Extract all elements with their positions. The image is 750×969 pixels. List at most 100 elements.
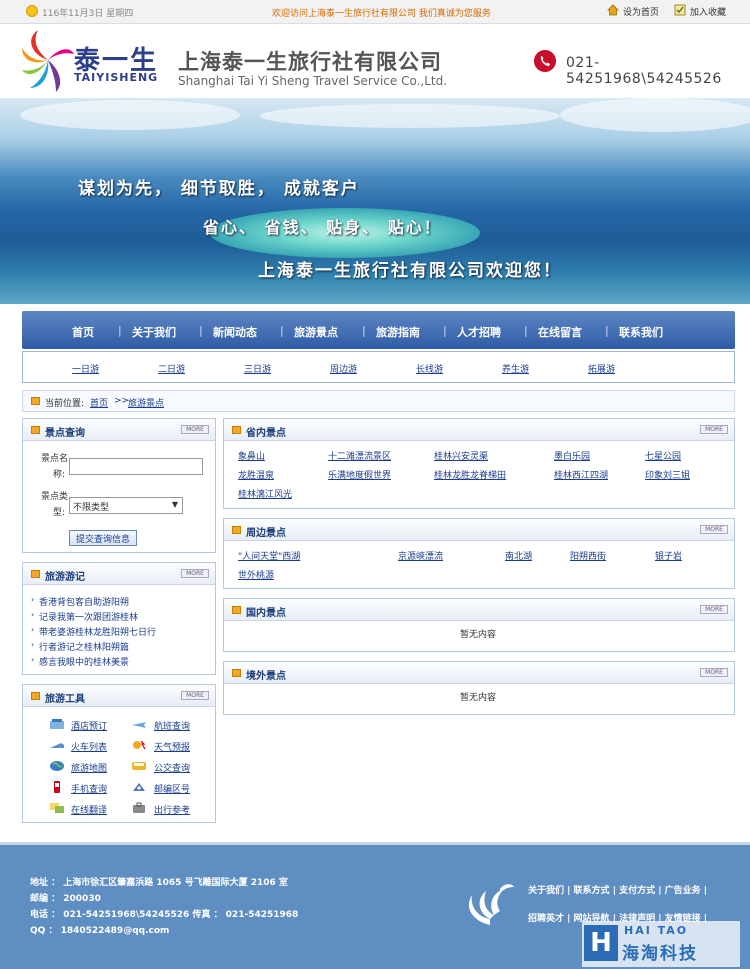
map-icon xyxy=(50,761,64,771)
attraction-link[interactable]: 世外桃源 xyxy=(238,568,274,581)
subnav-outdoor[interactable]: 拓展游 xyxy=(588,362,615,375)
tool-bus[interactable]: 公交查询 xyxy=(154,761,190,774)
note-item[interactable]: 感言我眼中的桂林美景 xyxy=(39,655,129,668)
watermark-en: HAI TAO xyxy=(624,924,689,937)
subnav-one-day[interactable]: 一日游 xyxy=(72,362,99,375)
attraction-link[interactable]: 银子岩 xyxy=(655,549,682,562)
attraction-link[interactable]: 京源峡漂流 xyxy=(398,549,443,562)
footer-tel: 电话 ： 021-54251968\54245526 传真 ： 021-5425… xyxy=(30,910,299,920)
banner-slogan-2: 省心、 省钱、 贴身、 贴心！ xyxy=(203,218,442,237)
footer-qq: QQ ： 1840522489@qq.com xyxy=(30,926,170,936)
section-icon xyxy=(232,526,241,534)
search-submit-button[interactable]: 提交查询信息 xyxy=(69,530,138,546)
banner-slogan-1: 谋划为先， 细节取胜， 成就客户 xyxy=(78,179,360,199)
tool-translate[interactable]: 在线翻译 xyxy=(71,803,107,816)
subnav-wellness[interactable]: 养生游 xyxy=(502,362,529,375)
tool-map[interactable]: 旅游地图 xyxy=(71,761,107,774)
travel-notes-panel: 旅游游记 MORE › 香港背包客自助游阳朔 › 记录我第一次跟团游桂林 › 带老婆游桂… xyxy=(22,562,216,675)
section-icon xyxy=(232,669,241,677)
tool-weather[interactable]: 天气预报 xyxy=(154,740,190,753)
type-label: 景点类 xyxy=(41,492,69,502)
subnav-two-day[interactable]: 二日游 xyxy=(158,362,185,375)
province-title: 省内景点 xyxy=(246,428,286,439)
more-button[interactable]: MORE xyxy=(700,668,728,677)
attraction-link[interactable]: "人间天堂"西湖 xyxy=(238,549,300,562)
subnav-nearby[interactable]: 周边游 xyxy=(330,362,357,375)
attraction-link[interactable]: 象鼻山 xyxy=(238,449,265,462)
attraction-link[interactable]: 十二滩漂流景区 xyxy=(328,449,391,462)
nav-guide[interactable]: 旅游指南 xyxy=(376,324,420,340)
site-footer: 地址 ： 上海市徐汇区肇嘉浜路 1065 号飞雕国际大厦 2106 室 邮编 ：… xyxy=(0,842,750,969)
section-icon xyxy=(31,570,40,578)
bookmark-link[interactable]: 加入收藏 xyxy=(690,5,726,18)
date-text: 116年11月3日 星期四 xyxy=(42,9,134,19)
more-button[interactable]: MORE xyxy=(700,525,728,534)
nav-home[interactable]: 首页 xyxy=(72,324,94,340)
top-bar: 116年11月3日 星期四 欢迎访问上海泰一生旅行社有限公司 我们真诚为您服务 … xyxy=(0,0,750,24)
nav-message[interactable]: 在线留言 xyxy=(538,324,582,340)
site-header: 泰一生 TAIYISHENG 上海泰一生旅行社有限公司 Shanghai Tai… xyxy=(0,24,750,98)
train-icon xyxy=(50,743,64,748)
note-item[interactable]: 香港背包客自助游阳朔 xyxy=(39,595,129,608)
nav-about[interactable]: 关于我们 xyxy=(132,324,176,340)
tool-postcode[interactable]: 邮编区号 xyxy=(154,782,190,795)
home-icon xyxy=(607,4,619,16)
note-item[interactable]: 带老婆游桂林龙胜阳朔七日行 xyxy=(39,625,156,638)
tool-mobile[interactable]: 手机查询 xyxy=(71,782,107,795)
attraction-link[interactable]: 墨白乐园 xyxy=(554,449,590,462)
tool-reference[interactable]: 出行参考 xyxy=(154,803,190,816)
more-button[interactable]: MORE xyxy=(181,691,209,700)
postcode-icon xyxy=(133,783,145,791)
more-button[interactable]: MORE xyxy=(181,569,209,578)
nav-news[interactable]: 新闻动态 xyxy=(213,324,257,340)
translate-icon xyxy=(50,803,64,813)
attraction-link[interactable]: 南北湖 xyxy=(505,549,532,562)
more-button[interactable]: MORE xyxy=(700,425,728,434)
section-icon xyxy=(31,426,40,434)
attraction-link[interactable]: 桂林兴安灵渠 xyxy=(434,449,488,462)
note-item[interactable]: 记录我第一次跟团游桂林 xyxy=(39,610,138,623)
attraction-link[interactable]: 桂林漓江风光 xyxy=(238,487,292,500)
attraction-link[interactable]: 七星公园 xyxy=(645,449,681,462)
tool-hotel[interactable]: 酒店预订 xyxy=(71,719,107,732)
subnav-long[interactable]: 长线游 xyxy=(416,362,443,375)
attraction-type-select[interactable]: 不限类型 ▼ xyxy=(69,497,183,514)
subnav-three-day[interactable]: 三日游 xyxy=(244,362,271,375)
more-button[interactable]: MORE xyxy=(700,605,728,614)
attraction-link[interactable]: 阳朔西街 xyxy=(570,549,606,562)
hotel-icon xyxy=(50,719,64,729)
attraction-link[interactable]: 乐满地度假世界 xyxy=(328,468,391,481)
note-item[interactable]: 行者游记之桂林阳朔篇 xyxy=(39,640,129,653)
attraction-link[interactable]: 印象刘三姐 xyxy=(645,468,690,481)
domestic-attractions-panel: 国内景点 MORE 暂无内容 xyxy=(223,598,735,652)
banner-slogan-3: 上海泰一生旅行社有限公司欢迎您！ xyxy=(258,261,562,281)
attraction-link[interactable]: 龙胜温泉 xyxy=(238,468,274,481)
company-logo-icon[interactable] xyxy=(20,24,76,96)
nav-attractions[interactable]: 旅游景点 xyxy=(294,324,338,340)
search-title: 景点查询 xyxy=(45,428,85,439)
name-label: 景点名 xyxy=(41,454,69,464)
more-button[interactable]: MORE xyxy=(181,425,209,434)
attraction-name-input[interactable] xyxy=(69,458,203,475)
phone-number: 021-54251968\54245526 xyxy=(566,55,722,87)
breadcrumb-home[interactable]: 首页 xyxy=(90,396,108,409)
company-name-en: Shanghai Tai Yi Sheng Travel Service Co.… xyxy=(178,74,448,88)
attraction-link[interactable]: 桂林龙胜龙脊梯田 xyxy=(434,468,506,481)
tool-train[interactable]: 火车列表 xyxy=(71,740,107,753)
nav-jobs[interactable]: 人才招聘 xyxy=(457,324,501,340)
chevron-down-icon: ▼ xyxy=(171,500,178,509)
hero-banner: 谋划为先， 细节取胜， 成就客户 省心、 省钱、 贴身、 贴心！ 上海泰一生旅行… xyxy=(0,98,750,304)
search-panel: 景点查询 MORE 景点名 称: 景点类 型: 不限类型 ▼ 提交查询信息 xyxy=(22,418,216,553)
travel-tools-panel: 旅游工具 MORE 酒店预订 航班查询 火车列表 天气预报 旅游地图 公交查询 手… xyxy=(22,684,216,823)
company-name-cn: 上海泰一生旅行社有限公司 xyxy=(178,50,442,74)
nav-contact[interactable]: 联系我们 xyxy=(619,324,663,340)
set-home-link[interactable]: 设为首页 xyxy=(623,5,659,18)
footer-links-row-1[interactable]: 关于我们 | 联系方式 | 支付方式 | 广告业务 | xyxy=(528,883,707,896)
footer-zip: 邮编 ： 200030 xyxy=(30,894,101,904)
bus-icon xyxy=(132,762,146,770)
mobile-phone-icon xyxy=(54,781,60,793)
luggage-icon xyxy=(133,802,145,813)
tool-flight[interactable]: 航班查询 xyxy=(154,719,190,732)
breadcrumb-current[interactable]: 旅游景点 xyxy=(128,396,164,409)
attraction-link[interactable]: 桂林西江四湖 xyxy=(554,468,608,481)
